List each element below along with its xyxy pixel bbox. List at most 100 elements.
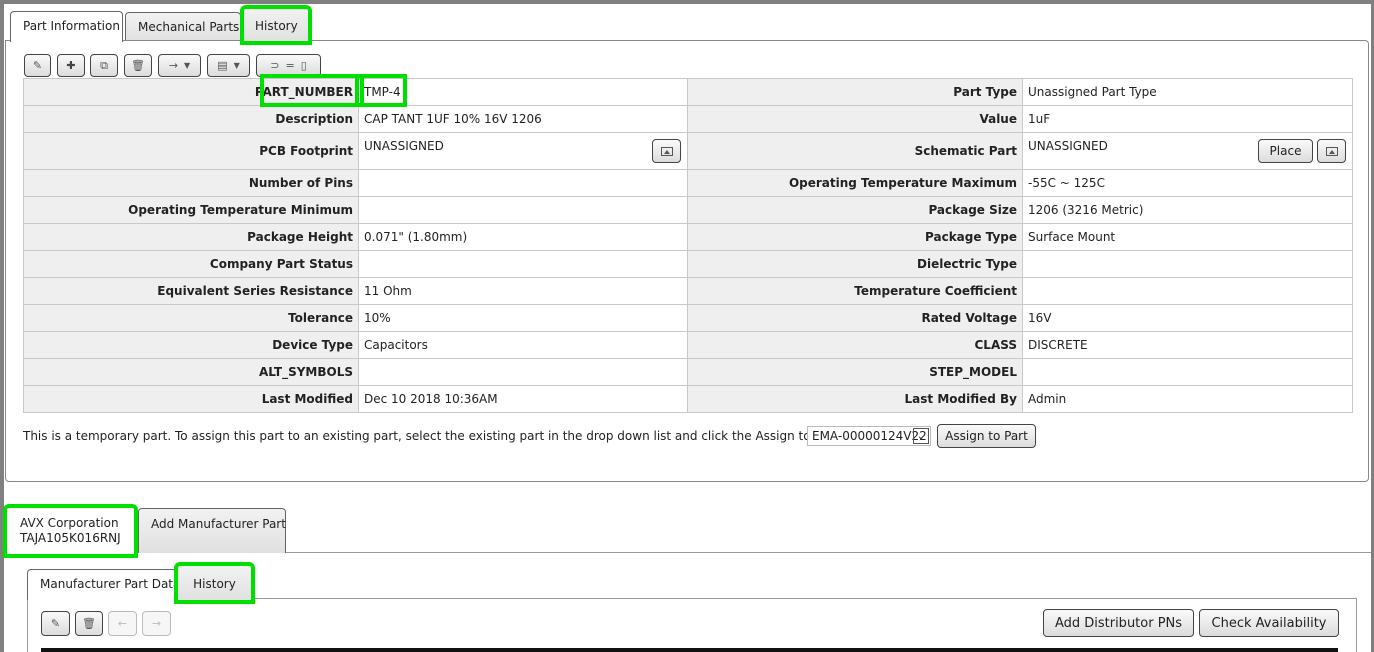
company-part-status-value: [358, 250, 688, 278]
delete-manufacturer-button[interactable]: 🗑: [75, 611, 103, 636]
tab-manufacturer-part-data[interactable]: Manufacturer Part Data: [27, 569, 180, 600]
last-modified-by-label: Last Modified By: [687, 385, 1023, 413]
place-button[interactable]: Place: [1258, 139, 1313, 163]
description-label: Description: [23, 105, 359, 133]
schematic-part-value: UNASSIGNED: [1028, 139, 1108, 153]
pcb-footprint-cell: UNASSIGNED: [358, 132, 688, 170]
class-label: CLASS: [687, 331, 1023, 359]
schematic-part-cell: UNASSIGNED Place: [1022, 132, 1353, 170]
tolerance-label: Tolerance: [23, 304, 359, 332]
highlight-box: [355, 74, 407, 107]
pencil-icon: ✎: [32, 59, 43, 72]
content-top-edge: [41, 648, 1338, 652]
alt-symbols-label: ALT_SYMBOLS: [23, 358, 359, 386]
part-number-value: TMP-4: [355, 74, 688, 107]
image-icon: [1325, 146, 1338, 156]
tab-mechanical-parts[interactable]: Mechanical Parts: [125, 12, 241, 42]
operating-temp-min-label: Operating Temperature Minimum: [23, 196, 359, 224]
last-modified-label: Last Modified: [23, 385, 359, 413]
part-type-label: Part Type: [687, 78, 1023, 106]
esr-value: 11 Ohm: [358, 277, 688, 305]
previous-button[interactable]: ←: [108, 611, 137, 636]
tab-part-information[interactable]: Part Information: [10, 11, 123, 42]
caret-down-icon: ▼: [233, 60, 240, 70]
part-type-value: Unassigned Part Type: [1022, 78, 1353, 106]
existing-part-select[interactable]: EMA-00000124V22 ⌄: [807, 426, 931, 446]
value-label: Value: [687, 105, 1023, 133]
step-model-value: [1022, 358, 1353, 386]
sub-panel-left-border: [27, 598, 28, 652]
check-availability-button[interactable]: Check Availability: [1199, 609, 1339, 637]
table-row: PART_NUMBER TMP-4 Part Type Unassigned P…: [23, 74, 1353, 107]
step-model-label: STEP_MODEL: [687, 358, 1023, 386]
device-type-label: Device Type: [23, 331, 359, 359]
package-size-value: 1206 (3216 Metric): [1022, 196, 1353, 224]
window-frame-top: [0, 0, 1374, 4]
sub-panel-right-border: [1356, 598, 1357, 652]
part-number-label: PART_NUMBER: [23, 74, 364, 107]
equals-text: =: [285, 59, 295, 72]
copy-icon: ⧉: [100, 59, 108, 72]
part-info-table: PART_NUMBER TMP-4 Part Type Unassigned P…: [23, 74, 1353, 413]
number-of-pins-value: [358, 169, 688, 197]
package-type-label: Package Type: [687, 223, 1023, 251]
schematic-part-label: Schematic Part: [687, 132, 1023, 170]
table-row: Company Part Status Dielectric Type: [23, 250, 1353, 278]
plus-icon: ✚: [66, 59, 76, 72]
delete-button[interactable]: 🗑: [124, 54, 152, 77]
edit-manufacturer-button[interactable]: ✎: [41, 611, 70, 636]
last-modified-by-value: Admin: [1022, 385, 1353, 413]
schematic-image-button[interactable]: [1317, 139, 1346, 163]
move-dropdown-button[interactable]: → ▼: [158, 54, 201, 77]
temporary-part-note: This is a temporary part. To assign this…: [23, 429, 886, 443]
footprint-image-button[interactable]: [652, 139, 681, 163]
window-frame-left: [0, 0, 4, 652]
temperature-coefficient-label: Temperature Coefficient: [687, 277, 1023, 305]
table-row: Tolerance 10% Rated Voltage 16V: [23, 304, 1353, 332]
manufacturer-name: AVX Corporation: [20, 516, 119, 530]
caret-down-icon: ▼: [184, 60, 191, 70]
add-button[interactable]: ✚: [57, 54, 85, 77]
value-value: 1uF: [1022, 105, 1353, 133]
highlight-box: [260, 74, 364, 107]
last-modified-value: Dec 10 2018 10:36AM: [358, 385, 688, 413]
assign-to-part-button[interactable]: Assign to Part: [937, 424, 1036, 448]
package-size-label: Package Size: [687, 196, 1023, 224]
pencil-icon: ✎: [50, 617, 61, 630]
existing-part-selected-value: EMA-00000124V22: [812, 429, 927, 443]
next-button[interactable]: →: [142, 611, 171, 636]
chip-icon: ▯: [300, 59, 307, 72]
manufacturer-part-number: TAJA105K016RNJ: [20, 531, 121, 545]
edit-button[interactable]: ✎: [24, 54, 51, 77]
tab-manufacturer-history[interactable]: History: [174, 562, 255, 604]
package-type-value: Surface Mount: [1022, 223, 1353, 251]
symbol-equals-footprint-button[interactable]: ⊃ = ▯: [256, 54, 321, 77]
operating-temp-max-label: Operating Temperature Maximum: [687, 169, 1023, 197]
number-of-pins-label: Number of Pins: [23, 169, 359, 197]
pcb-footprint-value: UNASSIGNED: [364, 139, 444, 153]
arrow-right-icon: →: [151, 617, 162, 630]
table-row: Number of Pins Operating Temperature Max…: [23, 169, 1353, 197]
add-distributor-pns-button[interactable]: Add Distributor PNs: [1043, 609, 1194, 637]
table-row: Description CAP TANT 1UF 10% 16V 1206 Va…: [23, 105, 1353, 133]
copy-button[interactable]: ⧉: [90, 54, 118, 77]
esr-label: Equivalent Series Resistance: [23, 277, 359, 305]
trash-icon: 🗑: [82, 617, 96, 630]
table-row: Equivalent Series Resistance 11 Ohm Temp…: [23, 277, 1353, 305]
package-height-label: Package Height: [23, 223, 359, 251]
dielectric-type-label: Dielectric Type: [687, 250, 1023, 278]
save-dropdown-button[interactable]: ▤ ▼: [207, 54, 250, 77]
tab-manufacturer-avx[interactable]: AVX Corporation TAJA105K016RNJ: [3, 504, 138, 558]
rated-voltage-label: Rated Voltage: [687, 304, 1023, 332]
alt-symbols-value: [358, 358, 688, 386]
tab-add-manufacturer-part[interactable]: Add Manufacturer Part: [138, 508, 286, 553]
table-row: Operating Temperature Minimum Package Si…: [23, 196, 1353, 224]
description-value: CAP TANT 1UF 10% 16V 1206: [358, 105, 688, 133]
logic-gate-icon: ⊃: [270, 59, 280, 72]
class-value: DISCRETE: [1022, 331, 1353, 359]
table-row: PCB Footprint UNASSIGNED Schematic Part …: [23, 132, 1353, 170]
device-type-value: Capacitors: [358, 331, 688, 359]
arrow-right-icon: →: [168, 59, 179, 72]
table-row: Last Modified Dec 10 2018 10:36AM Last M…: [23, 385, 1353, 413]
tab-history[interactable]: History: [240, 5, 312, 45]
